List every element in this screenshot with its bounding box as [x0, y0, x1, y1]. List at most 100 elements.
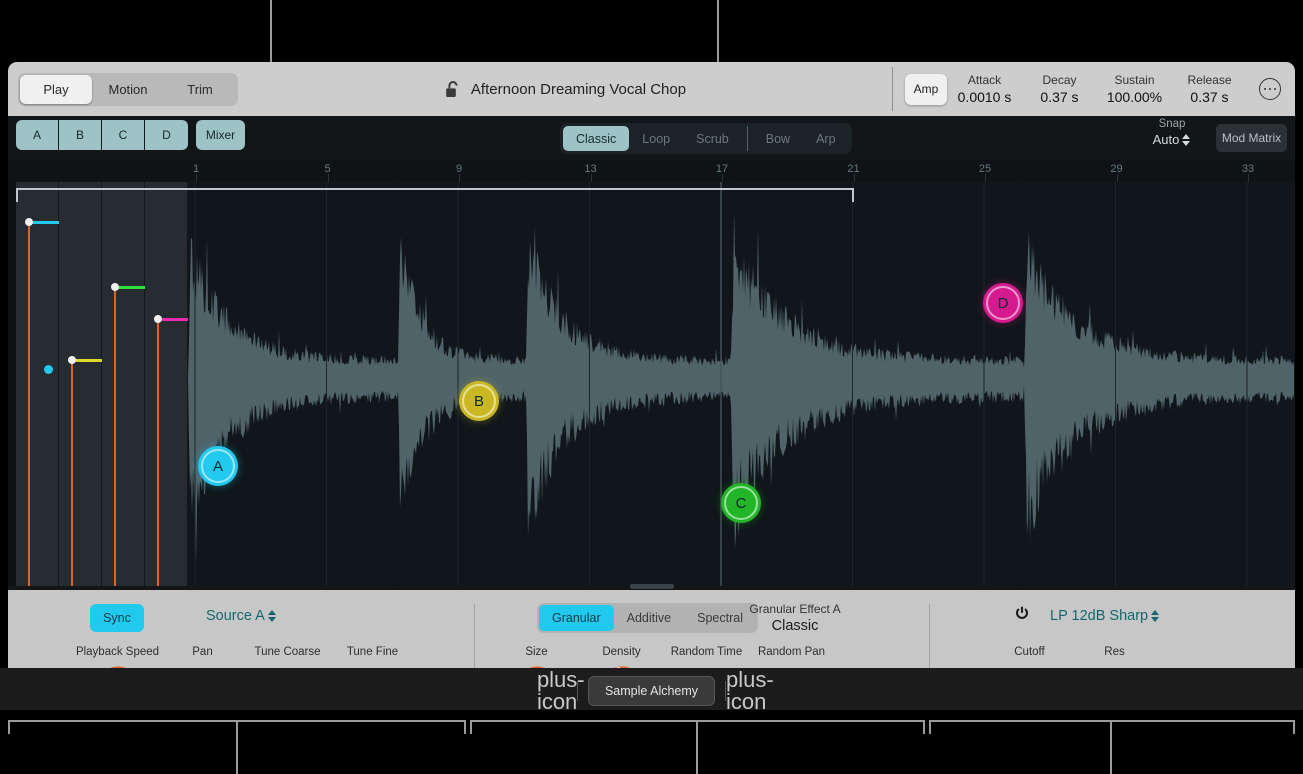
mode-arp[interactable]: Arp [803, 126, 848, 151]
tab-play[interactable]: Play [20, 75, 92, 104]
source-button-d[interactable]: D [145, 120, 188, 150]
mode-loop[interactable]: Loop [629, 126, 683, 151]
ruler-gridline [1117, 174, 1118, 182]
callout-bracket-1-right [464, 720, 466, 734]
dot [1269, 88, 1272, 91]
waveform-marker-c[interactable]: C [721, 483, 761, 523]
dot [1264, 88, 1267, 91]
filter-select[interactable]: LP 12dB Sharp [1050, 608, 1160, 624]
snap-label: Snap [1140, 117, 1204, 131]
source-button-c[interactable]: C [102, 120, 145, 150]
mode-classic[interactable]: Classic [563, 126, 629, 151]
envelope-release[interactable]: Release 0.37 s [1172, 73, 1247, 106]
mode-bow[interactable]: Bow [753, 126, 803, 151]
attack-value[interactable]: 0.0010 s [947, 88, 1022, 106]
mixer-fader-lane[interactable] [145, 182, 188, 586]
tab-granular[interactable]: Granular [539, 605, 614, 631]
effect-value[interactable]: Classic [715, 617, 875, 636]
playback-mode-tabs[interactable]: Classic Loop Scrub Bow Arp [560, 123, 852, 154]
marker-label: B [474, 393, 484, 410]
mixer-fader-lane[interactable] [102, 182, 145, 586]
waveform-marker-b[interactable]: B [459, 381, 499, 421]
sustain-label: Sustain [1097, 73, 1172, 88]
mixer-fader-lane[interactable] [16, 182, 59, 586]
ruler-gridline [459, 174, 460, 182]
mod-matrix-button[interactable]: Mod Matrix [1216, 124, 1287, 152]
panel-resize-handle[interactable] [630, 584, 674, 589]
envelope-sustain[interactable]: Sustain 100.00% [1097, 73, 1172, 106]
stepper-icon[interactable] [268, 610, 277, 622]
amp-button[interactable]: Amp [905, 74, 947, 105]
granular-effect-readout[interactable]: Granular Effect A Classic [715, 601, 875, 636]
add-plugin-right-icon[interactable]: plus-icon [726, 669, 766, 713]
mixer-faders-panel[interactable] [16, 182, 188, 586]
waveform-editor[interactable]: A B C D [8, 182, 1295, 586]
snap-value[interactable]: Auto [1140, 131, 1204, 148]
callout-leader-1 [236, 720, 238, 774]
add-plugin-left-icon[interactable]: plus-icon [537, 669, 577, 713]
fader-mod-dot[interactable] [44, 365, 53, 374]
source-button-a[interactable]: A [16, 120, 59, 150]
plugin-tab-sample-alchemy[interactable]: Sample Alchemy [588, 676, 715, 706]
fader-level-cap[interactable] [116, 286, 146, 289]
mode-scrub[interactable]: Scrub [683, 126, 742, 151]
fader-level-cap[interactable] [30, 221, 60, 224]
callout-bracket-2-left [470, 720, 472, 734]
plugin-tab-bar: plus-icon Sample Alchemy plus-icon [0, 668, 1303, 714]
sustain-value[interactable]: 100.00% [1097, 88, 1172, 106]
bar-ruler[interactable]: 159131721252933 [8, 160, 1295, 182]
header-bar: Play Motion Trim Afternoon Dreaming Voca… [8, 62, 1295, 116]
knob-label: Res [1072, 646, 1157, 662]
envelope-attack[interactable]: Attack 0.0010 s [947, 73, 1022, 106]
dot [1274, 88, 1277, 91]
decay-label: Decay [1022, 73, 1097, 88]
more-options-icon[interactable] [1259, 78, 1281, 100]
snap-control[interactable]: SnapAuto [1140, 117, 1204, 148]
waveform-marker-d[interactable]: D [983, 283, 1023, 323]
fader-handle[interactable] [25, 218, 33, 226]
sample-alchemy-window: Play Motion Trim Afternoon Dreaming Voca… [8, 62, 1295, 710]
sub-toolbar: A B C D Mixer Classic Loop Scrub Bow Arp [8, 116, 1295, 160]
tab-additive[interactable]: Additive [614, 605, 684, 631]
ruler-gridline [196, 174, 197, 182]
fader-handle[interactable] [111, 283, 119, 291]
stepper-icon[interactable] [1182, 134, 1191, 146]
ruler-gridline [722, 174, 723, 182]
decay-value[interactable]: 0.37 s [1022, 88, 1097, 106]
fader-level-cap[interactable] [159, 318, 188, 321]
fader-mod-line [71, 360, 73, 586]
knob-label: Size [494, 646, 579, 662]
callout-bracket-1-left [8, 720, 10, 734]
marker-label: A [213, 458, 223, 475]
preset-title-zone[interactable]: Afternoon Dreaming Vocal Chop [238, 62, 893, 116]
selection-range-bracket[interactable] [16, 188, 854, 202]
waveform-marker-a[interactable]: A [198, 446, 238, 486]
waveform-display[interactable] [188, 182, 1295, 586]
tab-trim[interactable]: Trim [164, 75, 236, 104]
fader-handle[interactable] [154, 315, 162, 323]
fader-mod-line [28, 222, 30, 586]
power-icon[interactable] [1014, 606, 1030, 622]
release-value[interactable]: 0.37 s [1172, 88, 1247, 106]
ruler-gridline [591, 174, 592, 182]
filter-select-label: LP 12dB Sharp [1050, 608, 1148, 624]
source-button-b[interactable]: B [59, 120, 102, 150]
knob-label: Cutoff [987, 646, 1072, 662]
source-select[interactable]: Source A [206, 608, 277, 624]
source-selector-group[interactable]: A B C D Mixer [16, 120, 245, 150]
knob-label: Tune Fine [330, 646, 415, 662]
envelope-decay[interactable]: Decay 0.37 s [1022, 73, 1097, 106]
stepper-icon[interactable] [1151, 610, 1160, 622]
tab-motion[interactable]: Motion [92, 75, 164, 104]
fader-mod-line [157, 319, 159, 586]
preset-name[interactable]: Afternoon Dreaming Vocal Chop [471, 81, 686, 98]
mixer-button[interactable]: Mixer [196, 120, 245, 150]
fader-handle[interactable] [68, 356, 76, 364]
mixer-fader-lane[interactable] [59, 182, 102, 586]
marker-label: D [998, 295, 1009, 312]
unlocked-padlock-icon[interactable] [445, 80, 462, 99]
view-mode-tabs[interactable]: Play Motion Trim [18, 73, 238, 106]
fader-level-cap[interactable] [73, 359, 103, 362]
callout-bracket-2-right [923, 720, 925, 734]
sync-button[interactable]: Sync [90, 604, 144, 632]
